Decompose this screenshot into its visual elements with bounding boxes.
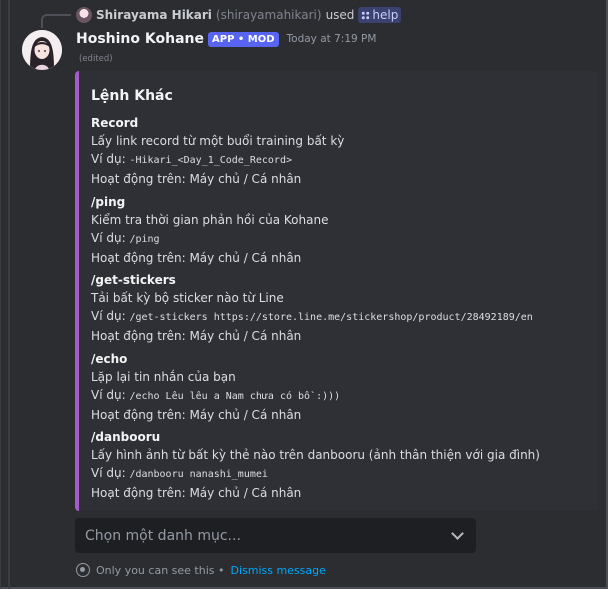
example-code: /ping <box>129 234 160 245</box>
field-example: Ví dụ: -Hikari_<Day_1_Code_Record> <box>91 150 344 170</box>
example-label: Ví dụ: <box>91 388 130 402</box>
message-header: Hoshino Kohane APP • MOD Today at 7:19 P… <box>76 29 376 49</box>
eye-icon <box>76 563 90 577</box>
embed-field: Record Lấy link record từ một buổi train… <box>91 114 344 188</box>
field-works-on: Hoạt động trên: Máy chủ / Cá nhân <box>91 486 302 500</box>
embed-field: /ping Kiểm tra thời gian phản hồi của Ko… <box>91 193 328 267</box>
reply-username[interactable]: Shirayama Hikari <box>96 8 212 22</box>
chevron-down-icon <box>451 527 464 540</box>
dismiss-message-link[interactable]: Dismiss message <box>230 564 325 577</box>
field-example: Ví dụ: /danbooru nanashi_mumei <box>91 464 540 484</box>
field-name: /echo <box>91 352 128 366</box>
field-works-on: Hoạt động trên: Máy chủ / Cá nhân <box>91 329 302 343</box>
field-works-on: Hoạt động trên: Máy chủ / Cá nhân <box>91 172 302 186</box>
thread-line <box>8 0 10 589</box>
embed-field: /get-stickers Tải bất kỳ bộ sticker nào … <box>91 271 533 345</box>
category-select[interactable]: Chọn một danh mục... <box>75 518 476 553</box>
message-timestamp[interactable]: Today at 7:19 PM <box>287 33 377 45</box>
reply-context[interactable]: Shirayama Hikari (shirayamahikari) used … <box>76 6 402 24</box>
command-name: help <box>372 8 399 22</box>
field-description: Tải bất kỳ bộ sticker nào từ Line <box>91 291 284 305</box>
reply-used-text: used <box>325 8 355 22</box>
author-avatar-image <box>22 30 62 70</box>
command-mention[interactable]: help <box>358 7 402 23</box>
embed-field: /danbooru Lấy hình ảnh từ bất kỳ thẻ nào… <box>91 428 540 502</box>
ephemeral-notice: Only you can see this • Dismiss message <box>76 562 326 578</box>
reply-avatar-icon[interactable] <box>76 7 92 23</box>
example-code: -Hikari_<Day_1_Code_Record> <box>129 155 292 166</box>
embed-field: /echo Lặp lại tin nhắn của bạn Ví dụ: /e… <box>91 350 340 424</box>
field-example: Ví dụ: /get-stickers https://store.line.… <box>91 307 533 327</box>
author-avatar[interactable] <box>22 30 62 70</box>
author-name[interactable]: Hoshino Kohane <box>76 31 204 47</box>
example-code: /danbooru nanashi_mumei <box>129 469 268 480</box>
app-mod-badge: APP • MOD <box>208 31 279 47</box>
select-placeholder: Chọn một danh mục... <box>85 527 241 544</box>
reply-spine <box>41 14 71 28</box>
example-code: /echo Lêu lêu a Nam chưa có bồ :))) <box>129 391 341 402</box>
help-embed: Lệnh Khác Record Lấy link record từ một … <box>75 71 598 511</box>
field-description: Lấy link record từ một buổi training bất… <box>91 134 345 148</box>
example-code: /get-stickers https://store.line.me/stic… <box>129 312 533 323</box>
field-name: /ping <box>91 195 126 209</box>
example-label: Ví dụ: <box>91 466 130 480</box>
field-example: Ví dụ: /echo Lêu lêu a Nam chưa có bồ :)… <box>91 386 340 406</box>
field-works-on: Hoạt động trên: Máy chủ / Cá nhân <box>91 408 302 422</box>
field-example: Ví dụ: /ping <box>91 229 328 249</box>
field-description: Kiểm tra thời gian phản hồi của Kohane <box>91 213 329 227</box>
field-name: Record <box>91 116 139 130</box>
field-description: Lặp lại tin nhắn của bạn <box>91 370 236 384</box>
edited-label: (edited) <box>79 54 113 64</box>
field-name: /danbooru <box>91 430 161 444</box>
field-works-on: Hoạt động trên: Máy chủ / Cá nhân <box>91 251 302 265</box>
field-description: Lấy hình ảnh từ bất kỳ thẻ nào trên danb… <box>91 448 540 462</box>
field-name: /get-stickers <box>91 273 176 287</box>
ephemeral-text: Only you can see this • <box>96 563 225 577</box>
example-label: Ví dụ: <box>91 309 130 323</box>
example-label: Ví dụ: <box>91 152 130 166</box>
command-grid-icon <box>361 10 371 20</box>
reply-handle: (shirayamahikari) <box>215 8 322 22</box>
embed-title: Lệnh Khác <box>91 88 173 104</box>
example-label: Ví dụ: <box>91 231 130 245</box>
